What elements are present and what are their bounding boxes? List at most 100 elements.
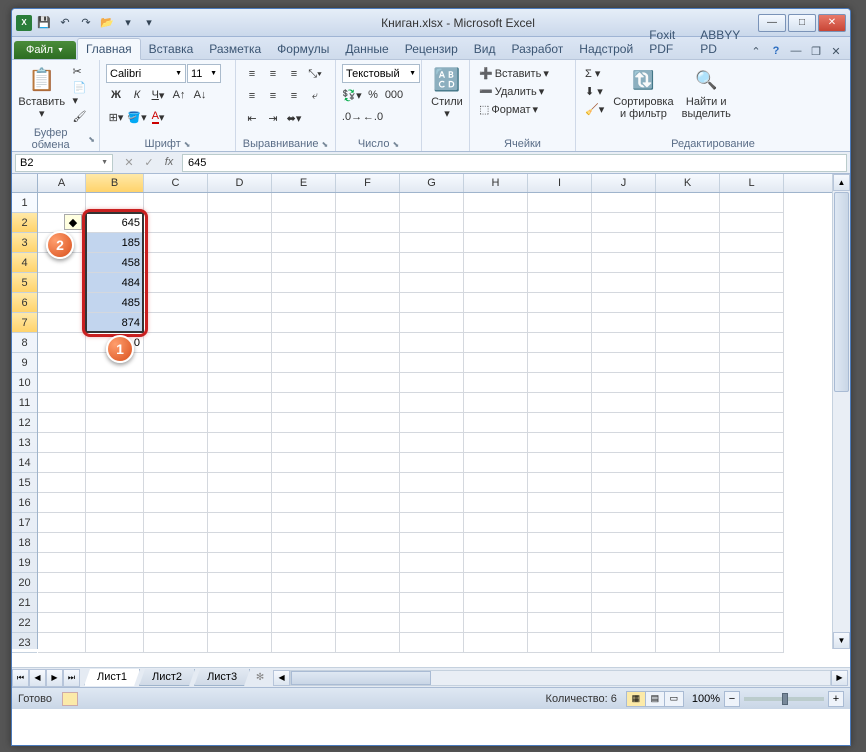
cell[interactable] — [400, 333, 464, 353]
cell[interactable] — [38, 453, 86, 473]
cell[interactable] — [656, 513, 720, 533]
cell[interactable] — [272, 413, 336, 433]
cell[interactable] — [208, 273, 272, 293]
cell[interactable] — [208, 193, 272, 213]
cell[interactable] — [144, 393, 208, 413]
number-format-selector[interactable]: Текстовый▼ — [342, 64, 420, 83]
cell[interactable] — [720, 253, 784, 273]
cell[interactable] — [336, 213, 400, 233]
name-box[interactable]: B2▼ — [15, 154, 113, 172]
cut-button[interactable]: ✂ — [69, 64, 93, 79]
cell[interactable] — [720, 293, 784, 313]
cell[interactable] — [336, 553, 400, 573]
cell[interactable] — [592, 533, 656, 553]
sheet-nav-next-icon[interactable]: ▶ — [46, 669, 63, 687]
cell[interactable] — [720, 613, 784, 633]
cell[interactable] — [400, 573, 464, 593]
cell[interactable] — [38, 293, 86, 313]
row-header[interactable]: 7 — [12, 313, 37, 333]
cell[interactable] — [400, 233, 464, 253]
cell[interactable] — [336, 313, 400, 333]
cell[interactable] — [336, 633, 400, 653]
cell[interactable] — [208, 473, 272, 493]
zoom-out-button[interactable]: − — [724, 691, 740, 707]
cell[interactable] — [272, 233, 336, 253]
cell[interactable] — [528, 413, 592, 433]
cell[interactable] — [400, 213, 464, 233]
help-icon[interactable]: ? — [768, 43, 784, 59]
ribbon-tab-вид[interactable]: Вид — [466, 39, 504, 59]
cell[interactable] — [144, 353, 208, 373]
autosum-button[interactable]: Σ ▾ — [582, 66, 607, 81]
cell[interactable] — [336, 413, 400, 433]
hscroll-right-icon[interactable]: ▶ — [831, 670, 848, 686]
cell[interactable] — [144, 293, 208, 313]
cell[interactable] — [528, 373, 592, 393]
font-name-selector[interactable]: Calibri▼ — [106, 64, 186, 83]
fx-icon[interactable]: fx — [160, 156, 178, 169]
cell[interactable] — [336, 353, 400, 373]
cell[interactable] — [86, 393, 144, 413]
cell[interactable] — [38, 393, 86, 413]
cell[interactable] — [400, 533, 464, 553]
column-header[interactable]: L — [720, 174, 784, 192]
cell[interactable] — [400, 273, 464, 293]
font-launcher-icon[interactable]: ⬊ — [184, 140, 191, 149]
cell[interactable] — [336, 393, 400, 413]
zoom-level[interactable]: 100% — [692, 693, 720, 705]
cell[interactable] — [592, 493, 656, 513]
cell[interactable] — [592, 393, 656, 413]
cell[interactable] — [144, 573, 208, 593]
column-header[interactable]: K — [656, 174, 720, 192]
cell[interactable] — [400, 633, 464, 653]
cell[interactable] — [464, 353, 528, 373]
select-all-corner[interactable] — [12, 174, 38, 193]
cell[interactable] — [464, 193, 528, 213]
cell[interactable] — [656, 553, 720, 573]
qat-new-icon[interactable]: ▾ — [119, 14, 137, 32]
cell[interactable] — [656, 613, 720, 633]
comma-button[interactable]: 000 — [384, 85, 404, 105]
cell[interactable] — [208, 293, 272, 313]
cell[interactable] — [144, 373, 208, 393]
maximize-button[interactable]: □ — [788, 14, 816, 32]
cell[interactable] — [592, 213, 656, 233]
cell[interactable] — [592, 233, 656, 253]
cell[interactable] — [144, 213, 208, 233]
bold-button[interactable]: Ж — [106, 85, 126, 105]
cell[interactable] — [656, 393, 720, 413]
cell[interactable] — [656, 293, 720, 313]
cell[interactable] — [38, 533, 86, 553]
cell[interactable] — [592, 193, 656, 213]
cell[interactable] — [592, 513, 656, 533]
cell[interactable] — [464, 333, 528, 353]
row-header[interactable]: 21 — [12, 593, 37, 613]
cell[interactable]: 484 — [86, 273, 144, 293]
cell[interactable] — [38, 433, 86, 453]
cell[interactable] — [144, 313, 208, 333]
cell[interactable] — [86, 533, 144, 553]
cell[interactable] — [528, 633, 592, 653]
cell[interactable] — [656, 413, 720, 433]
cancel-formula-icon[interactable]: ✕ — [120, 156, 138, 169]
row-header[interactable]: 3 — [12, 233, 37, 253]
cell[interactable] — [336, 613, 400, 633]
cell[interactable] — [336, 473, 400, 493]
column-header[interactable]: I — [528, 174, 592, 192]
cell[interactable] — [400, 513, 464, 533]
cell[interactable] — [38, 493, 86, 513]
cell[interactable] — [336, 373, 400, 393]
column-header[interactable]: H — [464, 174, 528, 192]
row-header[interactable]: 4 — [12, 253, 37, 273]
page-layout-view-button[interactable]: ▤ — [645, 691, 665, 707]
row-header[interactable]: 13 — [12, 433, 37, 453]
formula-input[interactable]: 645 — [182, 154, 847, 172]
currency-button[interactable]: 💱▾ — [342, 85, 362, 105]
cell[interactable] — [464, 213, 528, 233]
cell[interactable] — [272, 513, 336, 533]
cell[interactable] — [272, 213, 336, 233]
cell[interactable] — [86, 473, 144, 493]
cell[interactable] — [720, 393, 784, 413]
cell[interactable] — [656, 473, 720, 493]
cell[interactable] — [400, 353, 464, 373]
